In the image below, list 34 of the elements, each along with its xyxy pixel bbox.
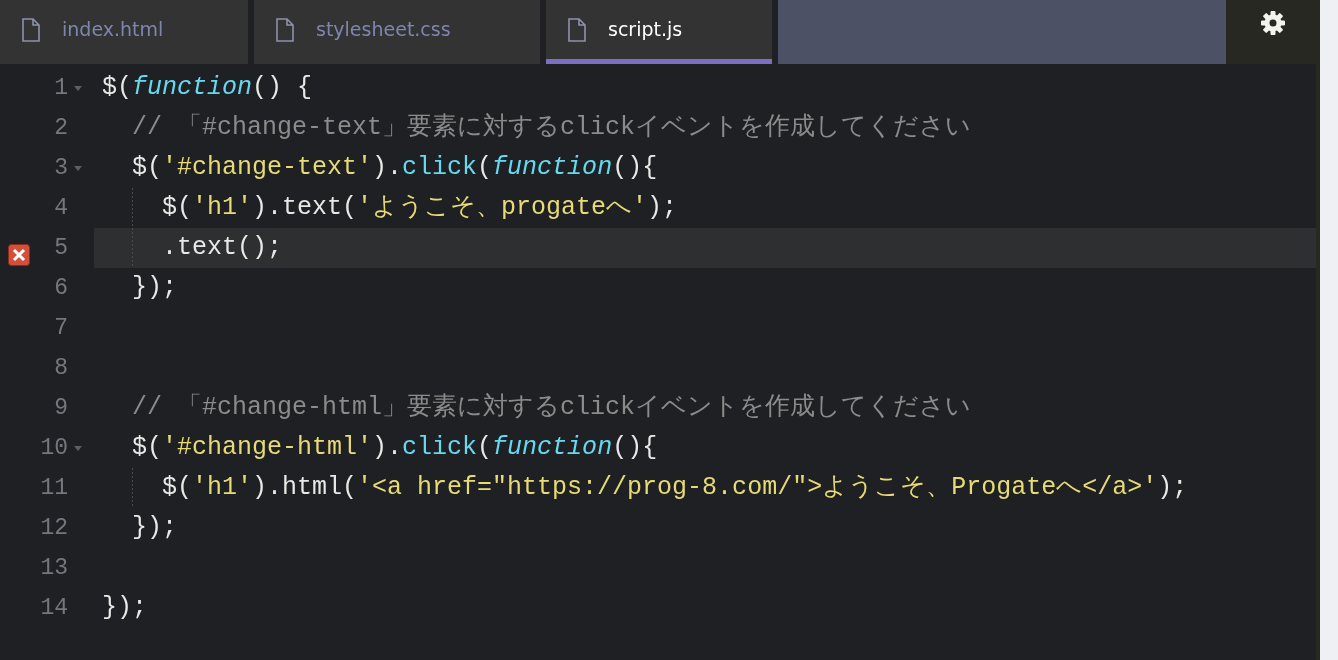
file-tab[interactable]: index.html bbox=[0, 0, 248, 64]
file-icon bbox=[276, 17, 294, 42]
line-number: 14 bbox=[39, 593, 68, 623]
line-number: 3 bbox=[53, 153, 68, 183]
line-number: 6 bbox=[53, 273, 68, 303]
file-tab[interactable]: script.js bbox=[546, 0, 772, 64]
line-number: 9 bbox=[53, 393, 68, 423]
code-comment: // 「#change-html」要素に対するclickイベントを作成してください bbox=[131, 392, 972, 425]
line-number: 12 bbox=[39, 513, 68, 543]
line-number: 1 bbox=[53, 73, 68, 103]
line-number: 5 bbox=[53, 233, 68, 263]
line-number: 8 bbox=[53, 353, 68, 383]
code-line: }); bbox=[102, 592, 147, 625]
code-line: $('h1').html('<a href="https://prog-8.com/">ようこそ、Progateへ</a>'); bbox=[161, 472, 1188, 505]
code-line: .text(); bbox=[161, 232, 283, 265]
code-line: $(function() { bbox=[102, 72, 313, 105]
fold-caret-icon[interactable] bbox=[74, 445, 82, 451]
fold-caret-icon[interactable] bbox=[74, 165, 82, 171]
fold-caret-icon[interactable] bbox=[74, 85, 82, 91]
line-number: 4 bbox=[53, 193, 68, 223]
code-line: $('#change-text').click(function(){ bbox=[131, 152, 658, 185]
code-line: }); bbox=[131, 512, 177, 545]
line-number: 2 bbox=[53, 113, 68, 143]
line-number: 7 bbox=[53, 313, 68, 343]
code-comment: // 「#change-text」要素に対するclickイベントを作成してください bbox=[131, 112, 972, 145]
code-line: $('h1').text('ようこそ、progateへ'); bbox=[161, 192, 678, 225]
file-icon bbox=[22, 17, 40, 42]
file-icon bbox=[568, 17, 586, 42]
code-line: $('#change-html').click(function(){ bbox=[131, 432, 658, 465]
line-number: 10 bbox=[39, 433, 68, 463]
code-line: }); bbox=[131, 272, 177, 305]
line-number: 13 bbox=[39, 553, 68, 583]
file-tab[interactable]: stylesheet.css bbox=[254, 0, 540, 64]
line-number: 11 bbox=[39, 473, 68, 503]
